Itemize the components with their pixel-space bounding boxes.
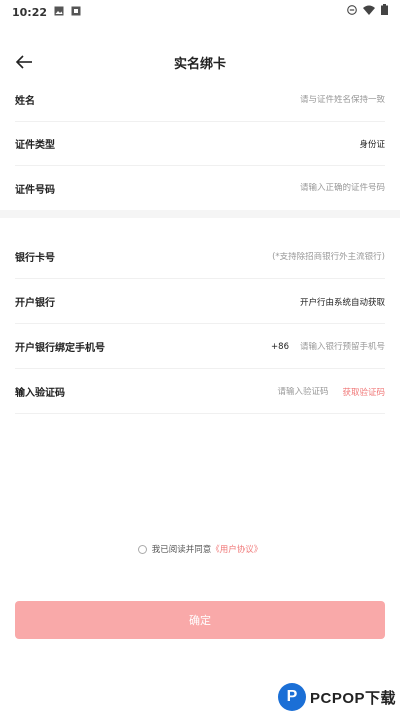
phone-label: 开户银行绑定手机号 xyxy=(15,343,105,354)
id-type-label: 证件类型 xyxy=(15,140,55,151)
name-row: 姓名 xyxy=(15,78,385,122)
gallery-icon xyxy=(54,6,64,19)
id-type-row[interactable]: 证件类型 身份证 xyxy=(15,122,385,166)
agreement-text: 我已阅读并同意 xyxy=(151,545,212,555)
navigation-bar: 实名绑卡 xyxy=(0,44,400,80)
battery-icon xyxy=(381,4,388,18)
status-right-icons xyxy=(347,4,388,18)
phone-country-code: +86 xyxy=(271,341,289,352)
bank-value: 开户行由系统自动获取 xyxy=(299,297,385,308)
verification-code-input[interactable] xyxy=(208,386,329,397)
bank-row: 开户银行 开户行由系统自动获取 xyxy=(15,280,385,324)
watermark-text: PCPOP下载 xyxy=(310,689,397,707)
agreement-radio[interactable] xyxy=(137,544,147,554)
verification-code-label: 输入验证码 xyxy=(15,388,65,399)
id-type-value[interactable]: 身份证 xyxy=(359,138,385,150)
notification-icon xyxy=(71,6,81,19)
bank-label: 开户银行 xyxy=(15,298,55,309)
get-code-button[interactable]: 获取验证码 xyxy=(342,386,385,398)
verification-code-row: 输入验证码 获取验证码 xyxy=(15,370,385,414)
phone-input[interactable] xyxy=(293,341,385,352)
id-number-label: 证件号码 xyxy=(15,184,55,196)
watermark: P PCPOP下载 xyxy=(278,683,396,711)
id-number-row: 证件号码 xyxy=(15,166,385,210)
status-time: 10:22 xyxy=(12,5,48,19)
phone-row: 开户银行绑定手机号 +86 xyxy=(15,325,385,369)
wifi-icon xyxy=(363,5,375,18)
id-number-input[interactable] xyxy=(185,183,385,193)
bank-card-label: 银行卡号 xyxy=(15,253,55,264)
bank-card-row: 银行卡号 xyxy=(15,235,385,279)
dnd-icon xyxy=(347,4,357,18)
name-input[interactable] xyxy=(185,94,385,105)
name-label: 姓名 xyxy=(15,96,35,107)
back-arrow-icon[interactable] xyxy=(14,52,36,72)
confirm-button[interactable]: 确定 xyxy=(15,601,385,639)
status-bar: 10:22 xyxy=(0,0,400,24)
bank-card-input[interactable] xyxy=(185,251,385,262)
user-agreement-link[interactable]: 《用户协议》 xyxy=(211,543,262,555)
agreement-row: 我已阅读并同意 《用户协议》 xyxy=(0,541,400,557)
section-divider xyxy=(0,210,400,218)
page-title: 实名绑卡 xyxy=(173,56,226,72)
watermark-logo: P xyxy=(278,683,306,711)
